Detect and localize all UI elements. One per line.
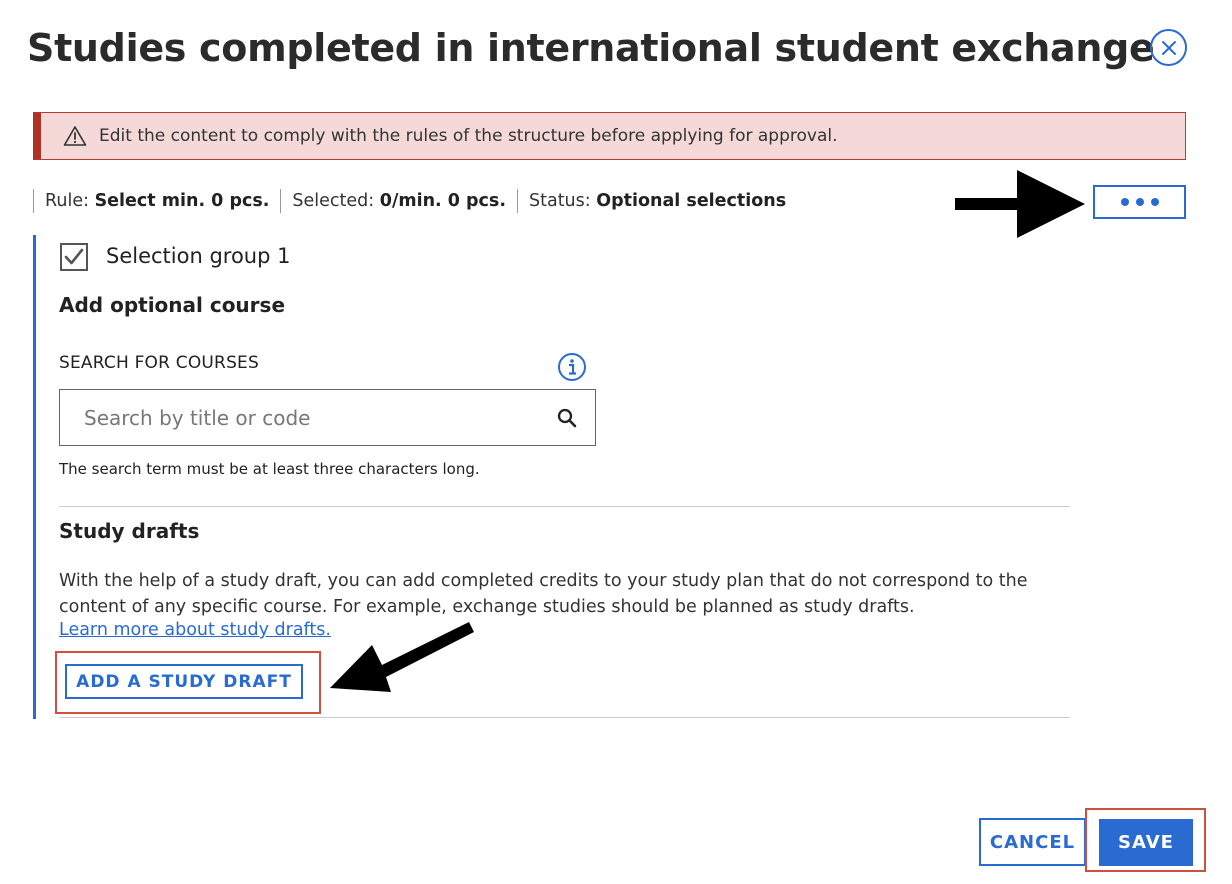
warning-icon bbox=[63, 125, 87, 147]
alert-text: Edit the content to comply with the rule… bbox=[99, 126, 838, 146]
divider bbox=[59, 506, 1070, 507]
modal-title: Studies completed in international stude… bbox=[27, 26, 1155, 70]
search-field bbox=[59, 389, 596, 446]
annotation-arrow-right bbox=[955, 170, 1085, 238]
selection-group-indicator bbox=[33, 235, 36, 719]
error-alert: Edit the content to comply with the rule… bbox=[33, 112, 1186, 160]
status-info: Status: Optional selections bbox=[517, 189, 797, 213]
selection-group-checkbox[interactable] bbox=[60, 243, 88, 271]
study-drafts-description: With the help of a study draft, you can … bbox=[59, 571, 1028, 617]
add-course-heading: Add optional course bbox=[59, 293, 286, 317]
close-icon bbox=[1161, 40, 1176, 55]
cancel-button[interactable]: CANCEL bbox=[979, 818, 1086, 866]
more-options-dot bbox=[1150, 198, 1159, 206]
learn-more-link[interactable]: Learn more about study drafts. bbox=[59, 620, 331, 640]
rule-info: Rule: Select min. 0 pcs. bbox=[33, 189, 280, 213]
save-button[interactable]: SAVE bbox=[1099, 819, 1193, 866]
search-icon[interactable] bbox=[557, 408, 577, 428]
info-icon[interactable] bbox=[557, 352, 587, 382]
divider bbox=[59, 717, 1070, 718]
more-options-dot bbox=[1135, 198, 1144, 206]
study-drafts-heading: Study drafts bbox=[59, 519, 200, 543]
search-label: SEARCH FOR COURSES bbox=[59, 353, 259, 373]
checkmark-icon bbox=[64, 248, 84, 265]
more-options-button[interactable] bbox=[1093, 185, 1186, 219]
selection-group-label: Selection group 1 bbox=[106, 244, 291, 268]
annotation-arrow-diagonal bbox=[330, 622, 474, 692]
add-study-draft-button[interactable]: ADD A STUDY DRAFT bbox=[65, 664, 303, 699]
search-hint: The search term must be at least three c… bbox=[59, 460, 480, 478]
more-options-icon bbox=[1120, 198, 1129, 206]
close-button[interactable] bbox=[1150, 29, 1187, 66]
rule-bar: Rule: Select min. 0 pcs. Selected: 0/min… bbox=[33, 186, 797, 216]
modal-dialog: Studies completed in international stude… bbox=[0, 0, 1232, 884]
search-input[interactable] bbox=[60, 390, 540, 445]
selected-info: Selected: 0/min. 0 pcs. bbox=[280, 189, 517, 213]
